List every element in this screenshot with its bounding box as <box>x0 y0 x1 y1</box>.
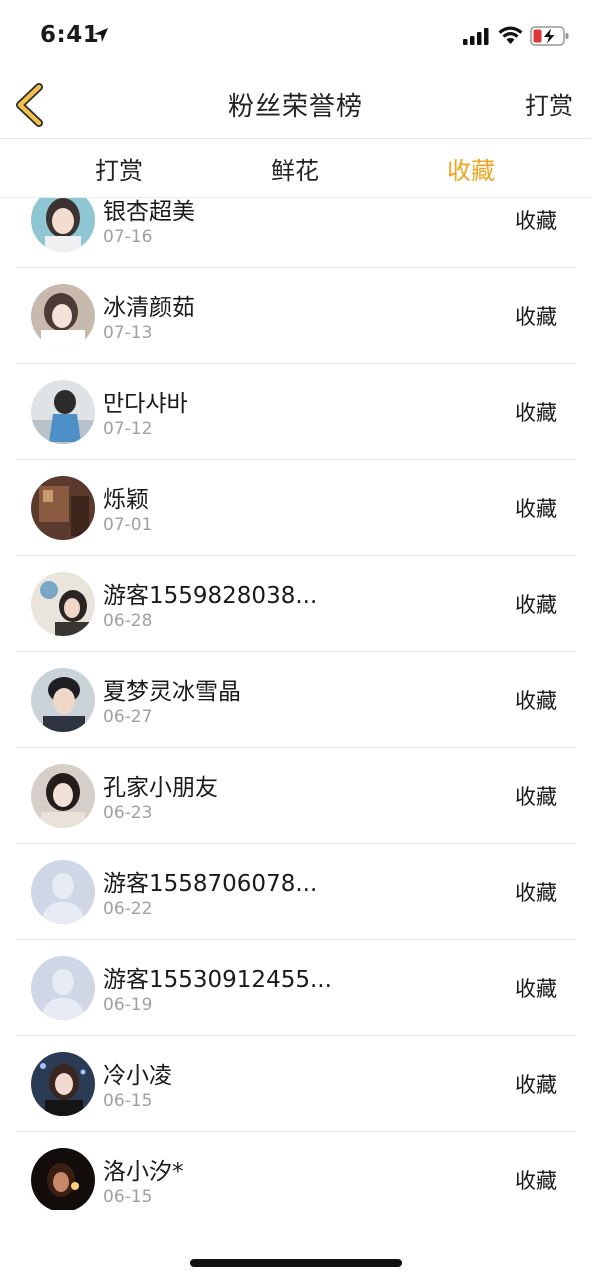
favorite-date: 07-12 <box>103 419 153 439</box>
list-item[interactable]: 冰清颜茹 07-13 收藏 <box>16 268 575 364</box>
tab-favorites[interactable]: 收藏 <box>411 151 531 186</box>
status-time: 6:41 <box>40 22 100 48</box>
action-label: 收藏 <box>515 593 557 617</box>
list-item[interactable]: 银杏超美 07-16 收藏 <box>16 198 575 268</box>
list-item[interactable]: 游客15530912455... 06-19 收藏 <box>16 940 575 1036</box>
location-arrow-icon <box>94 28 108 42</box>
avatar <box>31 668 95 732</box>
user-name: 游客15530912455... <box>103 967 332 993</box>
avatar <box>31 380 95 444</box>
user-name: 冷小凌 <box>103 1063 172 1089</box>
reward-nav-button[interactable]: 打赏 <box>525 86 573 121</box>
favorite-date: 06-28 <box>103 611 153 631</box>
default-avatar-icon <box>31 860 95 924</box>
fan-list[interactable]: 银杏超美 07-16 收藏 冰清颜茹 07-13 收藏 만다샤바 07-12 收… <box>0 198 591 1210</box>
favorite-date: 06-15 <box>103 1187 153 1207</box>
action-label: 收藏 <box>515 881 557 905</box>
avatar <box>31 1148 95 1210</box>
favorite-date: 06-15 <box>103 1091 153 1111</box>
user-name: 烁颖 <box>103 487 149 513</box>
list-item[interactable]: 만다샤바 07-12 收藏 <box>16 364 575 460</box>
list-item[interactable]: 孔家小朋友 06-23 收藏 <box>16 748 575 844</box>
action-label: 收藏 <box>515 785 557 809</box>
page-title: 粉丝荣誉榜 <box>227 92 363 122</box>
action-label: 收藏 <box>515 305 557 329</box>
list-item[interactable]: 洛小汐* 06-15 收藏 <box>16 1132 575 1210</box>
nav-bar: 粉丝荣誉榜 打赏 <box>0 72 591 139</box>
user-name: 孔家小朋友 <box>103 775 218 801</box>
avatar <box>31 764 95 828</box>
action-label: 收藏 <box>515 1073 557 1097</box>
list-item[interactable]: 烁颖 07-01 收藏 <box>16 460 575 556</box>
user-name: 冰清颜茹 <box>103 295 195 321</box>
wifi-icon <box>498 26 523 44</box>
avatar <box>31 198 95 252</box>
favorite-date: 06-22 <box>103 899 153 919</box>
action-label: 收藏 <box>515 689 557 713</box>
tab-bar: 打赏 鲜花 收藏 <box>0 139 591 198</box>
favorite-date: 06-19 <box>103 995 153 1015</box>
avatar <box>31 1052 95 1116</box>
list-item[interactable]: 夏梦灵冰雪晶 06-27 收藏 <box>16 652 575 748</box>
favorite-date: 07-13 <box>103 323 153 343</box>
user-name: 夏梦灵冰雪晶 <box>103 679 241 705</box>
favorite-date: 06-27 <box>103 707 153 727</box>
user-name: 银杏超美 <box>103 199 195 225</box>
cellular-signal-icon <box>463 28 489 45</box>
user-name: 만다샤바 <box>103 391 188 417</box>
default-avatar-icon <box>31 956 95 1020</box>
list-item[interactable]: 冷小凌 06-15 收藏 <box>16 1036 575 1132</box>
action-label: 收藏 <box>515 1169 557 1193</box>
avatar <box>31 284 95 348</box>
home-indicator[interactable] <box>190 1259 402 1267</box>
battery-icon <box>530 26 569 46</box>
avatar <box>31 476 95 540</box>
user-name: 游客1559828038... <box>103 583 318 609</box>
user-name: 洛小汐* <box>103 1159 184 1185</box>
user-name: 游客1558706078... <box>103 871 318 897</box>
tab-reward[interactable]: 打赏 <box>59 151 179 186</box>
tab-flowers[interactable]: 鲜花 <box>235 151 355 186</box>
list-item[interactable]: 游客1559828038... 06-28 收藏 <box>16 556 575 652</box>
favorite-date: 07-01 <box>103 515 153 535</box>
action-label: 收藏 <box>515 497 557 521</box>
action-label: 收藏 <box>515 401 557 425</box>
status-bar: 6:41 <box>0 0 591 72</box>
action-label: 收藏 <box>515 977 557 1001</box>
action-label: 收藏 <box>515 209 557 233</box>
avatar <box>31 572 95 636</box>
favorite-date: 07-16 <box>103 227 153 247</box>
list-item[interactable]: 游客1558706078... 06-22 收藏 <box>16 844 575 940</box>
favorite-date: 06-23 <box>103 803 153 823</box>
